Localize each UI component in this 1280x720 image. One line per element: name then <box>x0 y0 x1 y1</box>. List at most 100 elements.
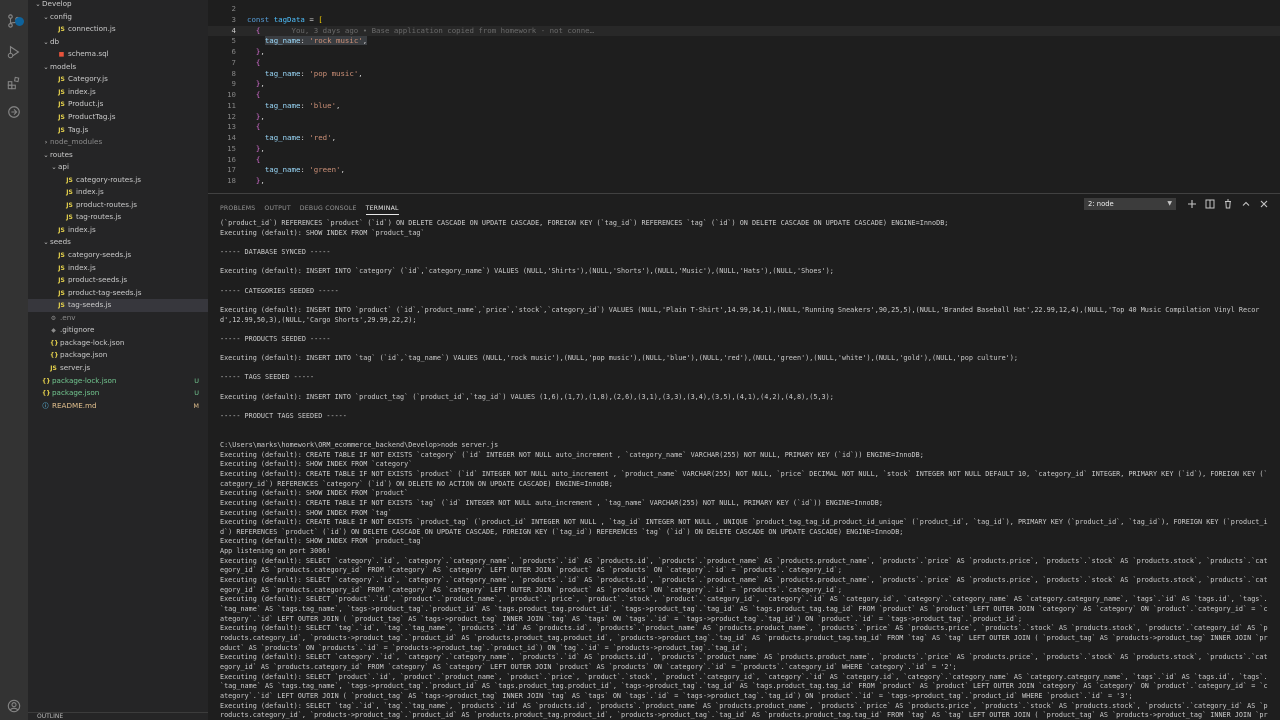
code-line[interactable]: 5 tag_name: 'rock music', <box>208 36 1280 47</box>
line-number: 3 <box>231 14 236 24</box>
chevron-down-icon[interactable]: ⌄ <box>42 36 50 49</box>
line-number: 6 <box>231 47 236 56</box>
close-panel-icon[interactable] <box>1258 198 1270 210</box>
code-line[interactable]: 2 <box>208 4 1280 15</box>
file-item[interactable]: ■ schema.sql <box>28 48 208 61</box>
chevron-down-icon[interactable]: ⌄ <box>42 149 50 162</box>
folder-item[interactable]: ⌄routes <box>28 149 208 162</box>
chevron-down-icon[interactable]: ⌄ <box>42 11 50 24</box>
tree-item-label: seeds <box>50 237 71 247</box>
tree-item-label: category-routes.js <box>76 174 141 184</box>
file-item[interactable]: JS category-routes.js <box>28 174 208 187</box>
new-terminal-icon[interactable] <box>1186 198 1198 210</box>
code-line[interactable]: 18 }, <box>208 176 1280 187</box>
file-item[interactable]: ⓘ README.md M <box>28 400 208 413</box>
chevron-down-icon[interactable]: ⌄ <box>34 0 42 11</box>
code-line[interactable]: 11 tag_name: 'blue', <box>208 101 1280 112</box>
code-editor[interactable]: 2 3 const tagData = [4 { You, 3 days ago •… <box>208 0 1280 193</box>
outline-section-header[interactable]: OUTLINE <box>28 712 208 720</box>
file-item[interactable]: JS index.js <box>28 86 208 99</box>
terminal-line: Executing (default): SHOW INDEX FROM `pr… <box>220 228 425 237</box>
folder-item[interactable]: ⌄config <box>28 11 208 24</box>
terminal-line: Executing (default): SELECT `category`.`… <box>220 653 1268 672</box>
tree-item-label: product-routes.js <box>76 199 137 209</box>
file-item[interactable]: JS index.js <box>28 262 208 275</box>
folder-item[interactable]: ⌄api <box>28 161 208 174</box>
terminal-line: Executing (default): INSERT INTO `tag` (… <box>220 354 1018 363</box>
tab-debug-console[interactable]: DEBUG CONSOLE <box>300 205 357 214</box>
run-debug-icon[interactable] <box>7 45 21 59</box>
tree-item-label: api <box>58 162 69 172</box>
file-item[interactable]: JS product-routes.js <box>28 199 208 212</box>
code-line[interactable]: 12 }, <box>208 112 1280 123</box>
chevron-right-icon[interactable]: › <box>42 136 50 149</box>
file-item[interactable]: JS ProductTag.js <box>28 111 208 124</box>
chevron-down-icon[interactable]: ⌄ <box>42 61 50 74</box>
folder-item[interactable]: › node_modules <box>28 136 208 149</box>
file-item[interactable]: JS tag-seeds.js <box>28 299 208 312</box>
file-item[interactable]: JS Tag.js <box>28 124 208 137</box>
file-item[interactable]: {}package-lock.json <box>28 337 208 350</box>
tree-item-label: category-seeds.js <box>68 250 132 259</box>
file-item[interactable]: {}package.json <box>28 349 208 362</box>
tab-terminal[interactable]: TERMINAL <box>365 205 399 215</box>
chevron-down-icon[interactable]: ⌄ <box>42 236 50 249</box>
line-number: 17 <box>227 165 236 175</box>
file-item[interactable]: JS product-tag-seeds.js <box>28 287 208 300</box>
code-line[interactable]: 7 { <box>208 58 1280 69</box>
code-line[interactable]: 13 { <box>208 122 1280 133</box>
extensions-icon[interactable] <box>7 76 21 90</box>
file-item[interactable]: JS tag-routes.js <box>28 211 208 224</box>
code-line[interactable]: 4 { You, 3 days ago • Base application c… <box>208 25 1280 37</box>
terminal-line: Executing (default): CREATE TABLE IF NOT… <box>220 498 883 507</box>
chevron-down-icon[interactable]: ⌄ <box>50 161 58 174</box>
maximize-panel-icon[interactable] <box>1240 198 1252 210</box>
code-line[interactable]: 15 }, <box>208 144 1280 155</box>
file-item[interactable]: {}package-lock.json U <box>28 375 208 388</box>
terminal-line: ----- TAGS SEEDED ----- <box>220 373 315 382</box>
trash-icon[interactable] <box>1222 198 1234 210</box>
code-line[interactable]: 9 }, <box>208 79 1280 90</box>
code-line[interactable]: 8 tag_name: 'pop music', <box>208 69 1280 80</box>
code-line[interactable]: 10 { <box>208 90 1280 101</box>
file-item[interactable]: JS index.js <box>28 186 208 199</box>
tab-output[interactable]: OUTPUT <box>264 205 290 214</box>
file-item[interactable]: JS index.js <box>28 224 208 237</box>
folder-item[interactable]: ⌄models <box>28 61 208 74</box>
code-line[interactable]: 6 }, <box>208 47 1280 58</box>
remote-explorer-icon[interactable] <box>7 105 21 119</box>
file-item[interactable]: {}package.json U <box>28 387 208 400</box>
tree-item-label: .gitignore <box>60 325 95 335</box>
tab-problems[interactable]: PROBLEMS <box>220 205 255 214</box>
terminal-output[interactable]: (`product_id`) REFERENCES `product` (`id… <box>220 219 1268 719</box>
tree-item-label: Product.js <box>68 99 104 109</box>
folder-item[interactable]: ⌄Develop <box>28 0 208 11</box>
line-number: 2 <box>231 4 236 13</box>
split-terminal-icon[interactable] <box>1204 198 1216 210</box>
file-item[interactable]: JS product-seeds.js <box>28 274 208 287</box>
file-item[interactable]: JS server.js <box>28 362 208 375</box>
code-line[interactable]: 3 const tagData = [ <box>208 15 1280 26</box>
terminal-line: App listening on port 3006! <box>220 547 331 556</box>
file-item[interactable]: ⚙ .env <box>28 312 208 325</box>
tree-item-label: node_modules <box>50 137 103 147</box>
file-item[interactable]: JS category-seeds.js <box>28 249 208 262</box>
code-line[interactable]: 17 tag_name: 'green', <box>208 165 1280 176</box>
account-icon[interactable] <box>7 699 21 713</box>
file-item[interactable]: JS connection.js <box>28 23 208 36</box>
folder-item[interactable]: ⌄seeds <box>28 236 208 249</box>
chevron-down-icon: ▼ <box>1167 200 1172 207</box>
tree-item-label: index.js <box>68 224 96 234</box>
terminal-select[interactable]: 2: node ▼ <box>1084 198 1176 210</box>
tree-item-label: routes <box>50 149 73 159</box>
file-item[interactable]: JS Product.js <box>28 98 208 111</box>
file-item[interactable]: JS Category.js <box>28 73 208 86</box>
folder-item[interactable]: ⌄db <box>28 36 208 49</box>
code-line[interactable]: 14 tag_name: 'red', <box>208 133 1280 144</box>
tree-item-label: package.json <box>52 388 100 398</box>
code-line[interactable]: 16 { <box>208 155 1280 166</box>
file-item[interactable]: ◆ .gitignore <box>28 324 208 337</box>
code-text: tag_name: 'green', <box>264 165 345 175</box>
